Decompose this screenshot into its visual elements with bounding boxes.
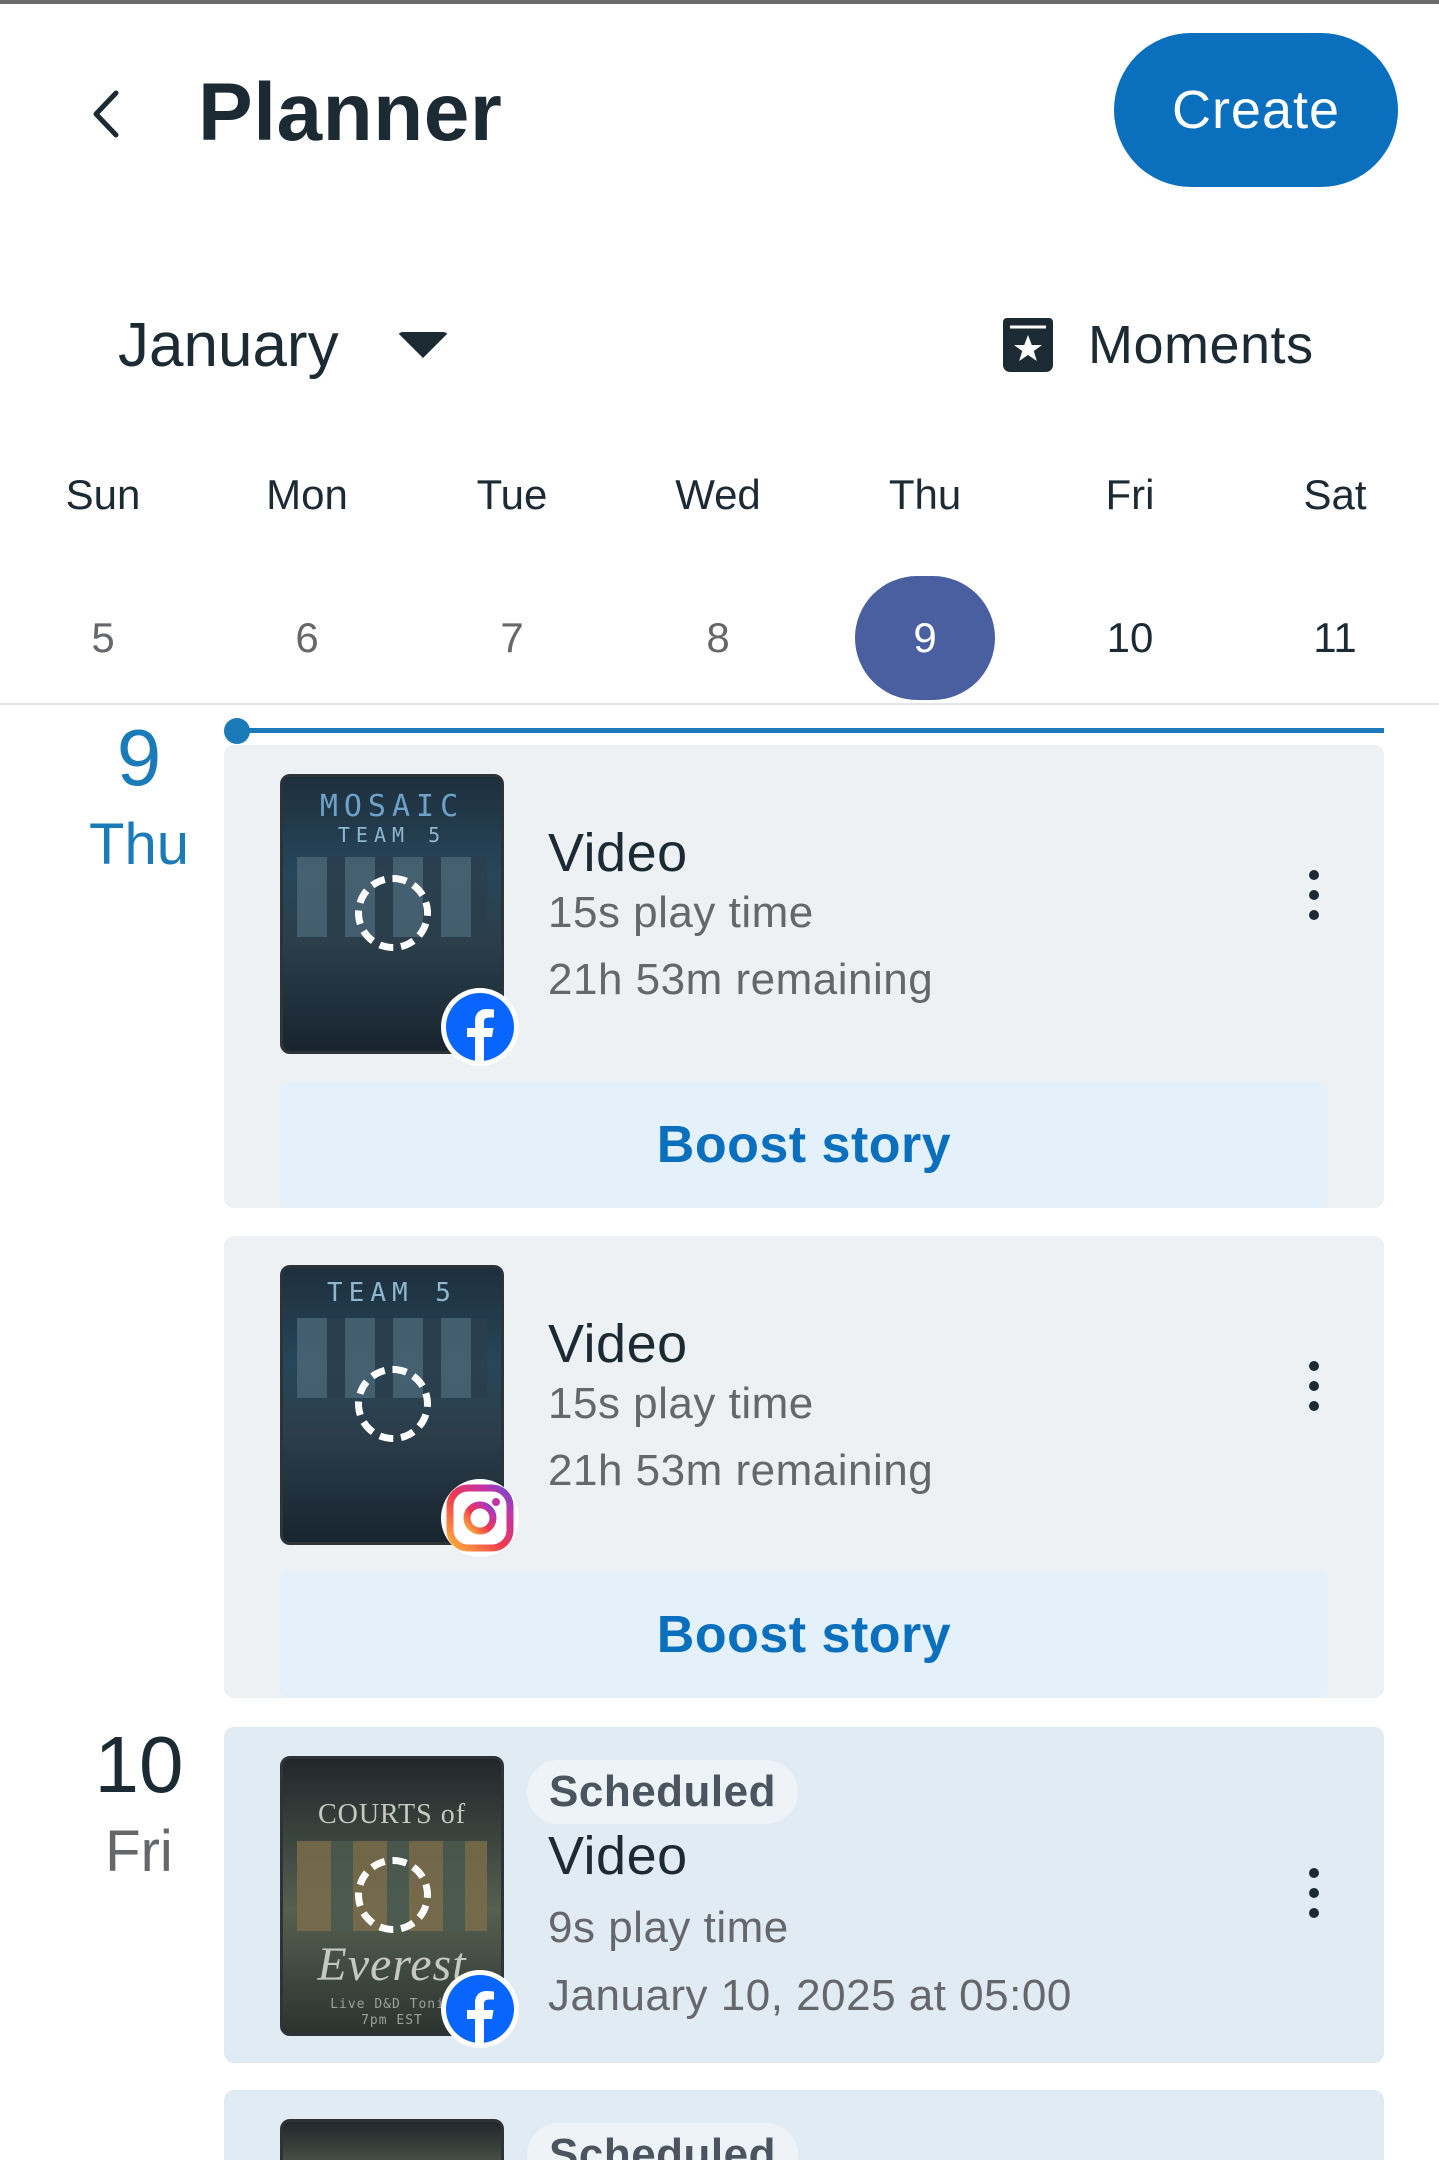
day-thu[interactable]: Thu 9: [825, 460, 1025, 700]
day-number: 6: [295, 613, 319, 661]
day-mon[interactable]: Mon 6: [207, 460, 407, 700]
day-name: Thu: [888, 471, 962, 519]
thumbnail-image: [283, 2122, 501, 2160]
more-dot: [1309, 1908, 1319, 1918]
month-dropdown[interactable]: January: [118, 290, 449, 400]
day-number: 11: [1313, 613, 1357, 661]
facebook-icon: [446, 1975, 514, 2043]
instagram-icon: [446, 1484, 514, 1552]
scheduled-post-card[interactable]: Scheduled: [224, 2090, 1384, 2160]
moments-button[interactable]: Moments: [1000, 290, 1314, 400]
month-label: January: [118, 310, 339, 380]
timeline-date-number: 10: [94, 1720, 184, 1809]
story-thumbnail[interactable]: TEAM 5: [280, 1265, 519, 1557]
timeline-date: 10 Fri: [39, 1725, 239, 1881]
play-time: 9s play time: [548, 1903, 789, 1952]
day-name: Mon: [266, 471, 348, 519]
timeline-date-number: 9: [116, 713, 162, 802]
scheduled-datetime: January 10, 2025 at 05:00: [548, 1971, 1072, 2020]
timeline-date-weekday: Thu: [89, 812, 189, 877]
boost-story-button[interactable]: Boost story: [280, 1082, 1328, 1208]
day-number: 8: [706, 613, 730, 661]
header: Planner Create: [0, 4, 1439, 214]
play-time: 15s play time: [548, 1379, 814, 1428]
time-remaining: 21h 53m remaining: [548, 955, 934, 1004]
status-badge: Scheduled: [527, 2123, 798, 2160]
loading-spinner-icon: [355, 1857, 431, 1933]
page-title: Planner: [198, 67, 503, 158]
post-thumbnail[interactable]: [280, 2119, 504, 2160]
back-button[interactable]: [70, 74, 140, 154]
day-sat[interactable]: Sat 11: [1235, 460, 1435, 700]
post-thumbnail[interactable]: COURTS of Everest Live D&D Tonig 7pm EST: [280, 1756, 519, 2048]
caret-down-icon: [396, 332, 449, 358]
boost-story-button[interactable]: Boost story: [280, 1572, 1328, 1698]
more-options-button[interactable]: [1294, 855, 1334, 935]
day-sun[interactable]: Sun 5: [3, 460, 203, 700]
more-dot: [1309, 1401, 1319, 1411]
day-name: Sun: [65, 471, 141, 519]
day-tue[interactable]: Tue 7: [412, 460, 612, 700]
month-row: January Moments: [0, 290, 1439, 400]
status-badge: Scheduled: [527, 1760, 798, 1824]
more-dots-icon: [1309, 870, 1319, 880]
create-button[interactable]: Create: [1114, 33, 1398, 187]
timeline-date-weekday: Fri: [105, 1819, 173, 1884]
day-wed[interactable]: Wed 8: [618, 460, 818, 700]
time-remaining: 21h 53m remaining: [548, 1446, 934, 1495]
more-dot: [1309, 1381, 1319, 1391]
timeline-date-today: 9 Thu: [39, 718, 239, 874]
moments-label: Moments: [1088, 315, 1314, 375]
more-dot: [1309, 910, 1319, 920]
loading-spinner-icon: [355, 1366, 431, 1442]
day-number-selected: 9: [855, 575, 995, 700]
platform-badge: [441, 1970, 519, 2048]
day-name: Tue: [476, 471, 548, 519]
divider: [0, 703, 1439, 705]
scheduled-post-card[interactable]: COURTS of Everest Live D&D Tonig 7pm EST…: [224, 1727, 1384, 2063]
day-number: 5: [91, 613, 115, 661]
more-dots-icon: [1309, 1361, 1319, 1371]
platform-badge: [441, 1479, 519, 1557]
day-number: 10: [1106, 613, 1154, 661]
platform-badge: [441, 988, 519, 1066]
thumbnail-subtitle: TEAM 5: [327, 1278, 457, 1308]
loading-spinner-icon: [355, 875, 431, 951]
story-card[interactable]: MOSAIC TEAM 5 Video 15s play time 21h 53…: [224, 745, 1384, 1208]
day-name: Fri: [1105, 471, 1155, 519]
story-card[interactable]: TEAM 5 Video 15s play time 21h 53m remai…: [224, 1236, 1384, 1698]
more-dot: [1309, 1888, 1319, 1898]
chevron-left-icon: [93, 90, 119, 138]
story-thumbnail[interactable]: MOSAIC TEAM 5: [280, 774, 519, 1066]
more-dot: [1309, 890, 1319, 900]
facebook-icon: [446, 993, 514, 1061]
day-name: Wed: [675, 471, 761, 519]
more-dots-icon: [1309, 1868, 1319, 1878]
thumbnail-subtitle: TEAM 5: [337, 823, 447, 847]
thumbnail-title: MOSAIC: [319, 789, 465, 824]
play-time: 15s play time: [548, 888, 814, 937]
more-options-button[interactable]: [1294, 1346, 1334, 1426]
current-time-dot: [224, 718, 250, 744]
current-time-line: [226, 728, 1384, 733]
bookmark-star-icon: [1003, 318, 1053, 372]
post-type: Video: [548, 1826, 688, 1886]
post-type: Video: [548, 1314, 688, 1374]
more-options-button[interactable]: [1294, 1853, 1334, 1933]
week-strip: Sun 5 Mon 6 Tue 7 Wed 8 Thu 9 Fri 10 Sat…: [0, 460, 1439, 700]
day-name: Sat: [1303, 471, 1367, 519]
thumbnail-title: COURTS of: [317, 1799, 467, 1830]
day-fri[interactable]: Fri 10: [1030, 460, 1230, 700]
post-type: Video: [548, 823, 688, 883]
day-number: 7: [500, 613, 524, 661]
